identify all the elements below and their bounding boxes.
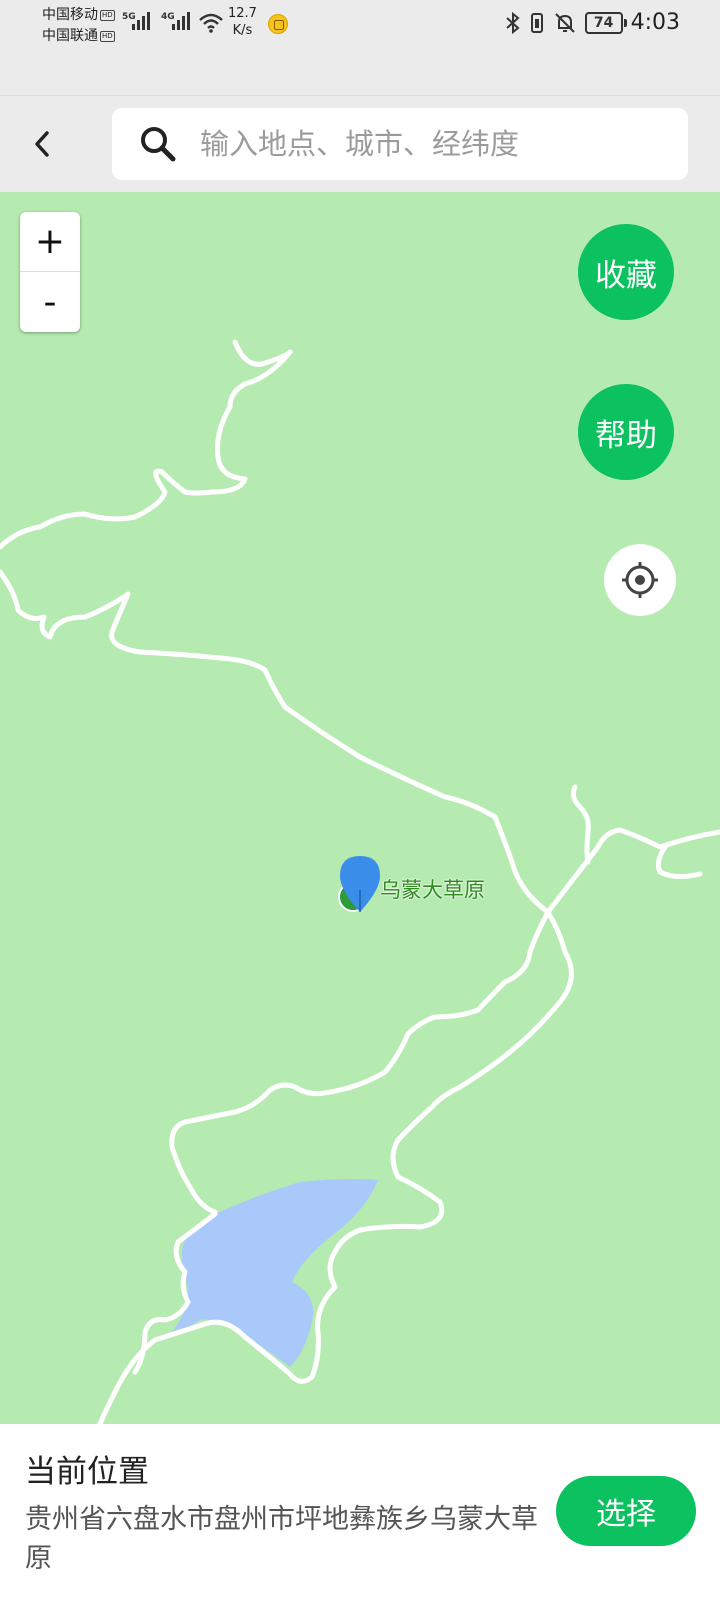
signal-icon-2 bbox=[172, 12, 190, 30]
current-address: 贵州省六盘水市盘州市坪地彝族乡乌蒙大草原 bbox=[25, 1504, 538, 1574]
map-view[interactable]: + - 收藏 帮助 乌蒙大草原 bbox=[0, 192, 720, 1424]
net-speed-unit: K/s bbox=[232, 23, 253, 38]
hd-badge-2: HD bbox=[100, 31, 115, 42]
poi-label[interactable]: 乌蒙大草原 bbox=[380, 874, 485, 904]
select-button[interactable]: 选择 bbox=[556, 1476, 696, 1546]
carrier-name-2: 中国联通 bbox=[42, 28, 98, 44]
status-bar: 中国移动 HD 中国联通 HD 5G 4G 12.7 K/s 74 4:03 bbox=[0, 0, 720, 96]
zoom-in-button[interactable]: + bbox=[20, 212, 80, 272]
carrier-info: 中国移动 HD 中国联通 HD bbox=[42, 5, 115, 47]
system-status-icons: 74 4:03 bbox=[505, 10, 680, 35]
panel-title: 当前位置 bbox=[25, 1454, 149, 1490]
hd-badge-1: HD bbox=[100, 10, 115, 21]
battery-icon: 74 bbox=[584, 11, 627, 34]
battery-level: 74 bbox=[593, 14, 614, 31]
chevron-left-icon bbox=[35, 131, 49, 157]
vibrate-icon bbox=[530, 12, 543, 33]
crosshair-icon bbox=[622, 562, 658, 598]
carrier-name-1: 中国移动 bbox=[42, 7, 98, 23]
mute-bell-icon bbox=[554, 12, 575, 33]
zoom-out-button[interactable]: - bbox=[20, 272, 80, 332]
bluetooth-icon bbox=[505, 11, 520, 34]
signal-icon bbox=[132, 12, 150, 30]
favorite-button[interactable]: 收藏 bbox=[578, 224, 674, 320]
clock-time: 4:03 bbox=[630, 10, 680, 35]
net-speed: 12.7 K/s bbox=[228, 5, 257, 39]
wifi-icon bbox=[199, 13, 223, 33]
search-icon bbox=[138, 124, 178, 164]
zoom-control: + - bbox=[20, 212, 80, 332]
net-speed-value: 12.7 bbox=[228, 6, 257, 21]
locate-button[interactable] bbox=[604, 544, 676, 616]
search-input[interactable] bbox=[200, 127, 660, 161]
help-button[interactable]: 帮助 bbox=[578, 384, 674, 480]
search-box[interactable] bbox=[112, 108, 688, 180]
back-button[interactable] bbox=[22, 118, 62, 170]
location-pin-icon bbox=[340, 856, 380, 912]
map-terrain bbox=[0, 339, 720, 1424]
location-panel: 当前位置 贵州省六盘水市盘州市坪地彝族乡乌蒙大草原 选择 bbox=[0, 1424, 720, 1600]
search-header bbox=[0, 96, 720, 192]
coin-app-icon bbox=[268, 14, 288, 34]
